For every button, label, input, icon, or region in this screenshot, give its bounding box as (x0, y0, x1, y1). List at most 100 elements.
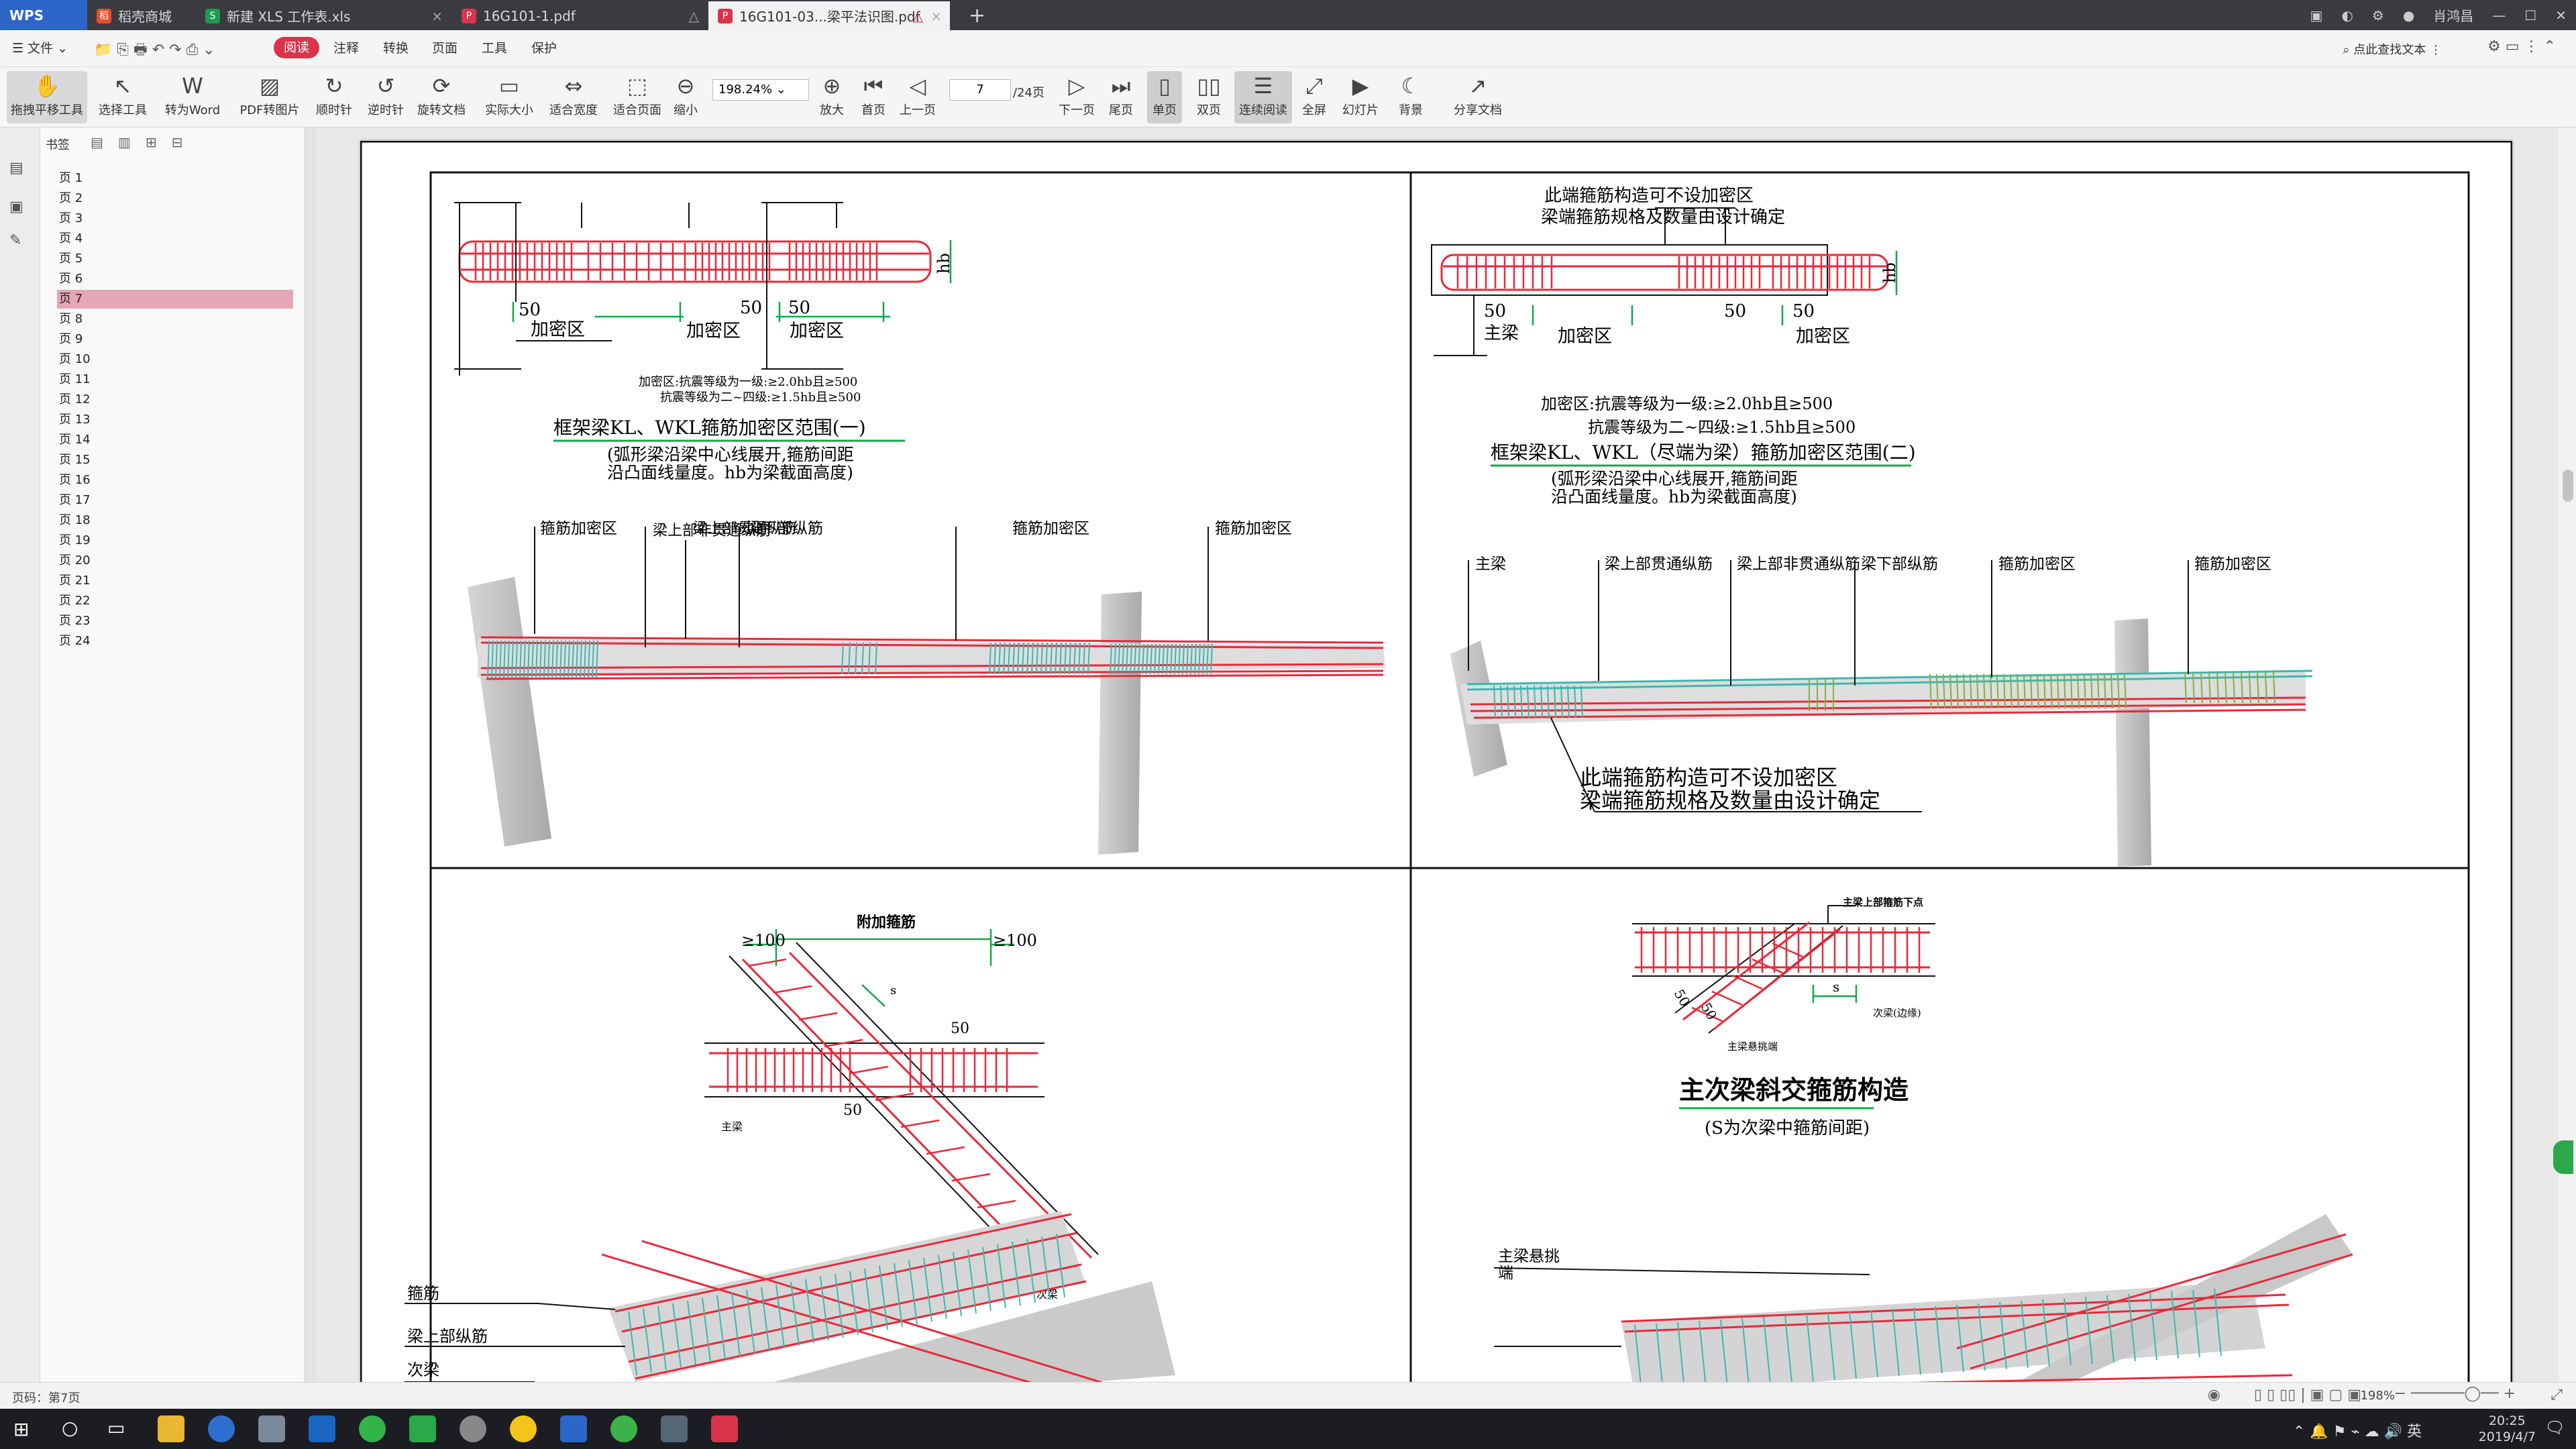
new-tab-button[interactable]: + (959, 1, 993, 30)
bookmark-item[interactable]: 页 21 (59, 572, 295, 590)
wps-taskbar-icon[interactable] (560, 1415, 587, 1442)
bookmark-item[interactable]: 页 20 (59, 551, 295, 570)
continuous-read[interactable]: ☰ 连续阅读 (1234, 71, 1292, 123)
wps-logo[interactable]: WPS (0, 0, 87, 30)
bookmark-item[interactable]: 页 9 (59, 330, 295, 349)
bookmark-item[interactable]: 页 22 (59, 592, 295, 610)
zoom-slider[interactable]: − ──────◯── + (2394, 1385, 2516, 1402)
skin-icon[interactable]: ◐ (2341, 7, 2353, 23)
bookmark-item[interactable]: 页 24 (59, 632, 295, 651)
first-page[interactable]: ⏮ 首页 (851, 71, 896, 123)
tray-icons[interactable]: ⌃ 🔔 ⚑ ⌁ ☁ 🔊 英 (2293, 1419, 2422, 1441)
wechat-icon[interactable] (610, 1415, 637, 1442)
sidebar-scrollbar[interactable] (305, 127, 316, 1382)
bookmark-item[interactable]: 页 15 (59, 451, 295, 470)
expand-icon[interactable]: ▤ (91, 134, 103, 150)
pdf-to-image[interactable]: ▨ PDF转图片 (236, 71, 303, 123)
bookmark-item[interactable]: 页 8 (59, 310, 295, 329)
side-widget[interactable] (2553, 1140, 2573, 1174)
background[interactable]: ☾ 背景 (1387, 71, 1434, 123)
bookmark-item[interactable]: 页 23 (59, 612, 295, 631)
pdf-taskbar-icon[interactable] (711, 1415, 738, 1442)
tab-pdf-active[interactable]: P 16G101-03...梁平法识图.pdf △ × (708, 1, 950, 30)
last-page[interactable]: ⏭ 尾页 (1098, 71, 1144, 123)
share-doc[interactable]: ↗ 分享文档 (1449, 71, 1507, 123)
eye-icon[interactable]: ◉ (2208, 1387, 2220, 1403)
doc-scrollbar[interactable] (2559, 127, 2576, 1382)
view-mode-icons[interactable]: ▯ ▯ ▯▯ | ▣ ▢ ▣ (2254, 1387, 2361, 1403)
single-page[interactable]: ▯ 单页 (1147, 71, 1182, 123)
menu-tools[interactable]: 工具 (482, 38, 507, 56)
delete-bookmark-icon[interactable]: ⊟ (172, 134, 183, 150)
app-icon-1[interactable] (208, 1415, 235, 1442)
bookmark-item[interactable]: 页 4 (59, 229, 295, 248)
bookmark-item[interactable]: 页 12 (59, 390, 295, 409)
maximize-icon[interactable]: ☐ (2524, 7, 2536, 23)
menu-protect[interactable]: 保护 (531, 38, 557, 56)
select-tool[interactable]: ↖ 选择工具 (93, 71, 153, 123)
page-input[interactable]: 7 (949, 79, 1011, 101)
photos-icon[interactable] (661, 1415, 688, 1442)
bookmark-item[interactable]: 页 2 (59, 189, 295, 208)
app-icon-4[interactable] (359, 1415, 386, 1442)
menu-annotate[interactable]: 注释 (333, 38, 359, 56)
fullscreen[interactable]: ⤢ 全屏 (1292, 71, 1336, 123)
user-avatar[interactable]: ● (2403, 7, 2414, 23)
document-view[interactable]: 50 50 50 hb 加密区 加密区 加密区 加密区:抗震等级为一级:≥2.0… (316, 127, 2576, 1382)
tab-pdf-1[interactable]: P 16G101-1.pdf △ (452, 1, 707, 30)
bookmark-item[interactable]: 页 18 (59, 511, 295, 530)
clock[interactable]: 20:25 2019/4/7 (2479, 1413, 2536, 1445)
double-page[interactable]: ▯▯ 双页 (1186, 71, 1232, 123)
fit-page[interactable]: ⬚ 适合页面 (607, 71, 667, 123)
app-icon-6[interactable] (460, 1415, 486, 1442)
app-icon-2[interactable] (258, 1415, 285, 1442)
notification-icon[interactable]: 🗨 (2545, 1418, 2565, 1437)
app-icon-3[interactable] (309, 1415, 335, 1442)
thumbnail-icon[interactable]: ▣ (9, 199, 23, 215)
bookmark-item[interactable]: 页 17 (59, 491, 295, 510)
close-icon[interactable]: × (431, 8, 443, 24)
bookmark-item[interactable]: 页 3 (59, 209, 295, 228)
minimize-icon[interactable]: — (2492, 7, 2506, 23)
settings-icon[interactable]: ⚙ (2372, 7, 2384, 23)
app-icon-7[interactable] (510, 1415, 537, 1442)
actual-size[interactable]: ▭ 实际大小 (479, 71, 539, 123)
bookmark-panel-icon[interactable]: ▤ (9, 160, 23, 176)
next-page[interactable]: ▷ 下一页 (1050, 71, 1104, 123)
bookmark-item[interactable]: 页 10 (59, 350, 295, 369)
rotate-doc[interactable]: ⟳ 旋转文档 (411, 71, 472, 123)
bookmark-item[interactable]: 页 19 (59, 531, 295, 550)
menu-convert[interactable]: 转换 (383, 38, 409, 56)
to-word[interactable]: W 转为Word (162, 71, 223, 123)
badge-icon[interactable]: ▣ (2310, 7, 2323, 23)
zoom-in[interactable]: ⊕ 放大 (809, 71, 855, 123)
bookmark-item[interactable]: 页 7 (57, 290, 293, 309)
rotate-ccw[interactable]: ↺ 逆时针 (356, 71, 416, 123)
prev-page[interactable]: ◁ 上一页 (891, 71, 945, 123)
pan-tool[interactable]: ✋ 拖拽平移工具 (7, 71, 87, 123)
zoom-input[interactable]: 198.24% ⌄ (712, 79, 809, 101)
tab-daoke[interactable]: 稻稻壳商城 (87, 1, 195, 30)
bookmark-item[interactable]: 页 6 (59, 270, 295, 288)
search-text[interactable]: ⌕ 点此查找文本 ⋮ (2343, 40, 2442, 58)
bookmark-item[interactable]: 页 16 (59, 471, 295, 490)
add-bookmark-icon[interactable]: ⊞ (146, 134, 157, 150)
quick-access[interactable]: 📁 ⎘ 🖶 ↶ ↷ ⎙ ⌄ (94, 38, 215, 64)
scroll-thumb[interactable] (2563, 470, 2573, 502)
close-window-icon[interactable]: ✕ (2555, 7, 2567, 23)
menu-read[interactable]: 阅读 (274, 37, 319, 58)
explorer-icon[interactable] (158, 1415, 184, 1442)
collapse-icon[interactable]: ▥ (118, 134, 131, 150)
menu-page[interactable]: 页面 (432, 38, 458, 56)
zoom-out[interactable]: ⊖ 缩小 (663, 71, 708, 123)
annotation-icon[interactable]: ✎ (9, 232, 21, 249)
bookmark-item[interactable]: 页 14 (59, 431, 295, 449)
app-icon-5[interactable] (409, 1415, 436, 1442)
tab-xls[interactable]: S 新建 XLS 工作表.xls × (196, 1, 451, 30)
bookmark-item[interactable]: 页 1 (59, 169, 295, 188)
file-menu[interactable]: ☰ 文件 ⌄ (12, 38, 68, 56)
bookmark-item[interactable]: 页 13 (59, 411, 295, 429)
bookmark-item[interactable]: 页 11 (59, 370, 295, 389)
slideshow[interactable]: ▶ 幻灯片 (1335, 71, 1386, 123)
user-name[interactable]: 肖鸿昌 (2433, 5, 2473, 25)
